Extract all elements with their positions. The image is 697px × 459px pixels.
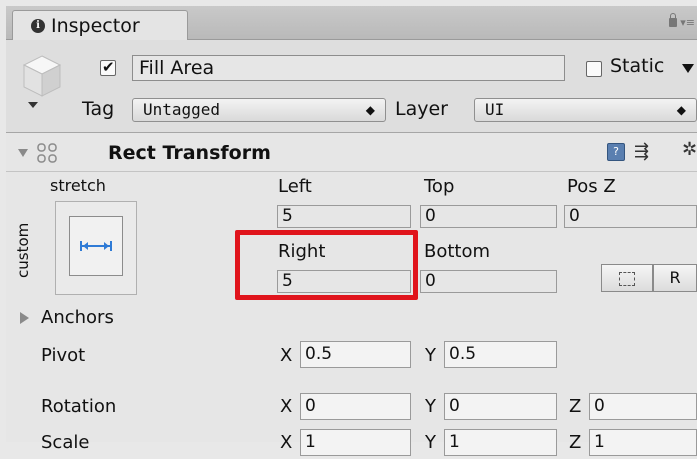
posz-label: Pos Z <box>567 176 616 197</box>
rotation-label: Rotation <box>41 396 117 417</box>
tag-value: Untagged <box>143 100 221 119</box>
anchor-presets-button[interactable] <box>55 201 137 295</box>
active-checkbox[interactable] <box>100 58 116 76</box>
stretch-arrow-icon <box>80 241 112 251</box>
rotation-z-field[interactable]: 0 <box>589 393 697 420</box>
highlight-box <box>235 230 418 300</box>
rotation-x-label: X <box>280 396 293 417</box>
tab-menu-icon[interactable]: ▾≡ <box>680 16 695 29</box>
component-title: Rect Transform <box>108 142 271 164</box>
bottom-label: Bottom <box>424 241 491 262</box>
info-icon: i <box>31 19 45 33</box>
pivot-x-label: X <box>280 345 293 366</box>
anchor-preset-label: stretch <box>50 176 106 195</box>
tag-label: Tag <box>82 98 115 120</box>
layer-dropdown[interactable]: UI ◆ <box>474 98 697 122</box>
component-header[interactable]: Rect Transform ? ⇶ ✲ <box>6 133 697 172</box>
static-dropdown-arrow-icon[interactable] <box>682 64 694 73</box>
rotation-y-label: Y <box>425 396 436 417</box>
scale-label: Scale <box>41 432 90 453</box>
bottom-field[interactable]: 0 <box>420 270 557 293</box>
presets-icon[interactable]: ⇶ <box>634 141 649 162</box>
scale-z-field[interactable]: 1 <box>589 429 697 456</box>
blueprint-icon <box>619 272 635 286</box>
scale-x-field[interactable]: 1 <box>300 429 411 456</box>
layer-label: Layer <box>395 98 448 120</box>
tag-dropdown[interactable]: Untagged ◆ <box>132 98 386 122</box>
left-field[interactable]: 5 <box>277 205 411 228</box>
anchors-foldout-icon[interactable] <box>20 312 29 324</box>
scale-x-label: X <box>280 432 293 453</box>
pivot-x-field[interactable]: 0.5 <box>300 341 411 368</box>
anchors-label[interactable]: Anchors <box>41 307 114 328</box>
object-name-field[interactable]: Fill Area <box>132 55 565 81</box>
rotation-z-label: Z <box>569 396 582 417</box>
scale-y-field[interactable]: 1 <box>444 429 557 456</box>
scale-y-label: Y <box>425 432 436 453</box>
lock-icon[interactable] <box>669 13 677 27</box>
gameobject-cube-icon[interactable] <box>22 54 62 98</box>
static-label: Static <box>610 55 665 77</box>
dropdown-arrows-icon: ◆ <box>365 103 375 117</box>
anchor-side-label: custom <box>14 222 32 278</box>
layer-value: UI <box>485 100 505 119</box>
tab-inspector[interactable]: i Inspector <box>12 10 188 40</box>
blueprint-mode-button[interactable] <box>601 264 653 292</box>
pivot-label: Pivot <box>41 345 86 366</box>
pivot-y-label: Y <box>425 345 436 366</box>
left-label: Left <box>278 176 312 197</box>
rect-transform-icon <box>37 143 57 163</box>
top-label: Top <box>424 176 455 197</box>
rotation-y-field[interactable]: 0 <box>444 393 557 420</box>
help-icon[interactable]: ? <box>607 143 625 161</box>
foldout-arrow-icon[interactable] <box>18 149 28 157</box>
gameobject-header: Fill Area Static Tag Untagged ◆ Layer UI… <box>6 40 697 133</box>
tab-label: Inspector <box>51 15 140 37</box>
scale-z-label: Z <box>569 432 582 453</box>
anchor-preview <box>69 216 123 276</box>
chevron-down-icon[interactable] <box>28 102 38 108</box>
tab-bar: i Inspector ▾≡ <box>6 6 697 40</box>
rotation-x-field[interactable]: 0 <box>300 393 411 420</box>
top-field[interactable]: 0 <box>420 205 557 228</box>
posz-field[interactable]: 0 <box>564 205 697 228</box>
dropdown-arrows-icon: ◆ <box>676 103 686 117</box>
gear-icon[interactable]: ✲ <box>682 139 697 160</box>
static-checkbox[interactable] <box>586 61 602 77</box>
pivot-y-field[interactable]: 0.5 <box>444 341 557 368</box>
raw-edit-button[interactable]: R <box>653 264 697 292</box>
